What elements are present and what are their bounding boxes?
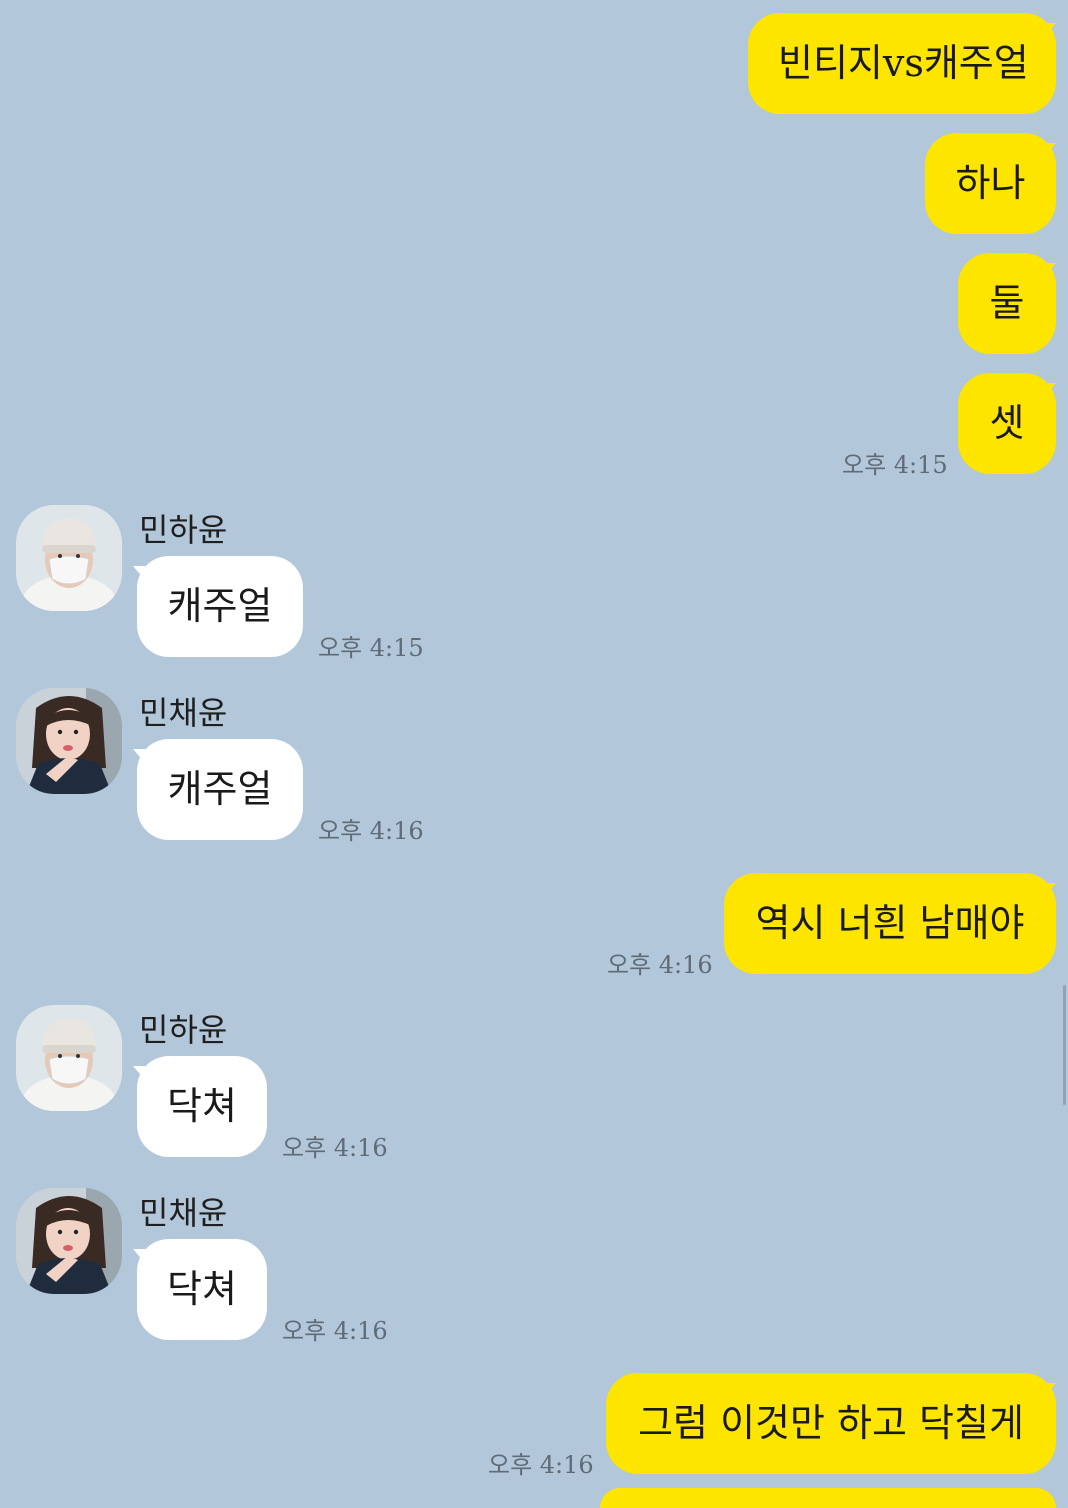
message-timestamp: 오후 4:16: [282, 1317, 388, 1345]
avatar-chaeyun[interactable]: [16, 1188, 122, 1294]
bubble-tail: [1044, 383, 1056, 397]
their-message-bubble[interactable]: 닥쳐: [137, 1056, 267, 1157]
their-message-bubble[interactable]: 캐주얼: [137, 556, 303, 657]
message-timestamp: 오후 4:16: [318, 817, 424, 845]
my-message-bubble[interactable]: 둘: [958, 253, 1056, 354]
bubble-tail: [1044, 143, 1056, 157]
message-timestamp: 오후 4:16: [282, 1134, 388, 1162]
avatar-hayun[interactable]: [16, 1005, 122, 1111]
message-timestamp: 오후 4:16: [488, 1451, 594, 1479]
message-timestamp: 오후 4:16: [607, 951, 713, 979]
bubble-tail: [1044, 23, 1056, 37]
avatar-chaeyun[interactable]: [16, 688, 122, 794]
avatar-hayun-photo: [16, 1005, 122, 1111]
message-timestamp: 오후 4:15: [318, 634, 424, 662]
sender-name: 민하윤: [139, 511, 228, 549]
my-message-bubble[interactable]: 그럼 이것만 하고 닥칠게: [606, 1373, 1056, 1474]
bubble-tail: [1044, 883, 1056, 897]
avatar-chaeyun-photo: [16, 688, 122, 794]
avatar-hayun-photo: [16, 505, 122, 611]
their-message-bubble[interactable]: 캐주얼: [137, 739, 303, 840]
message-timestamp: 오후 4:15: [842, 451, 948, 479]
avatar-chaeyun-photo: [16, 1188, 122, 1294]
my-message-bubble[interactable]: 셋: [958, 373, 1056, 474]
my-message-bubble[interactable]: 빈티지vs캐주얼: [748, 13, 1056, 114]
my-message-bubble[interactable]: 하나: [925, 133, 1056, 234]
sender-name: 민하윤: [139, 1011, 228, 1049]
avatar-hayun[interactable]: [16, 505, 122, 611]
chat-room[interactable]: 빈티지vs캐주얼 하나 둘 셋 오후 4:15 민하윤 캐주얼 오후 4:15: [0, 0, 1068, 1508]
my-message-bubble[interactable]: 역시 너흰 남매야: [724, 873, 1056, 974]
bubble-tail: [1044, 263, 1056, 277]
bubble-tail: [1044, 1383, 1056, 1397]
their-message-bubble[interactable]: 닥쳐: [137, 1239, 267, 1340]
sender-name: 민채윤: [139, 1194, 228, 1232]
scrollbar[interactable]: [1063, 985, 1066, 1105]
my-message-bubble-partial[interactable]: [600, 1488, 1056, 1508]
sender-name: 민채윤: [139, 694, 228, 732]
